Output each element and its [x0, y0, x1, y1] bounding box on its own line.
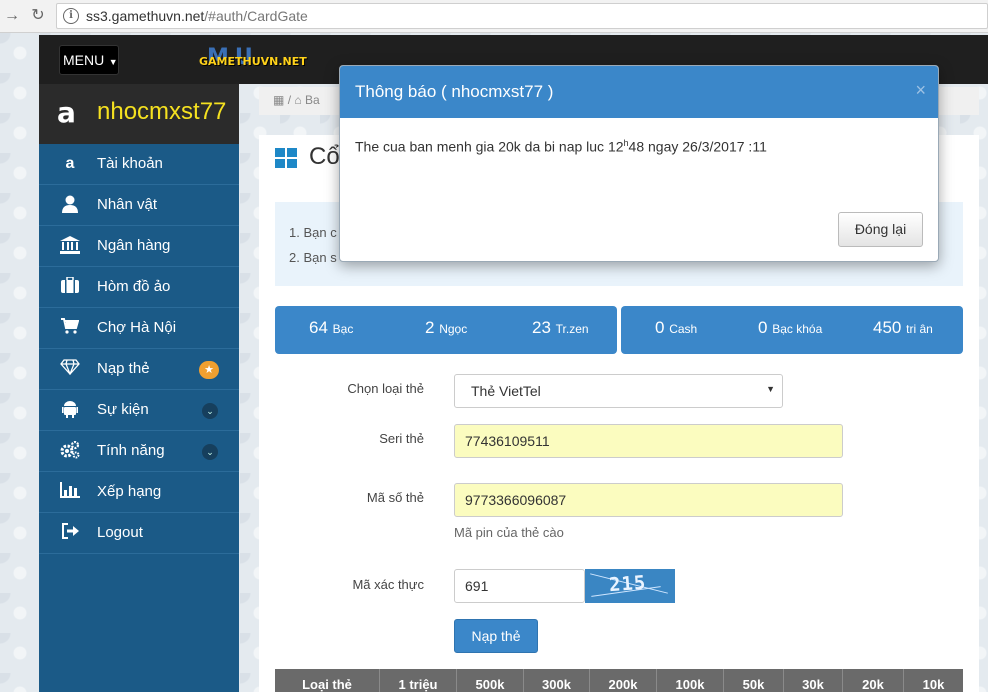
- sidebar-item-topup[interactable]: Nạp thẻ ★: [39, 349, 239, 390]
- pin-label: Mã số thẻ: [366, 490, 424, 505]
- url-text: ss3.gamethuvn.net/#auth/CardGate: [86, 8, 308, 24]
- sidebar-item-bank[interactable]: Ngân hàng: [39, 226, 239, 267]
- sidebar-item-market[interactable]: Chợ Hà Nội: [39, 308, 239, 349]
- sidebar-item-character[interactable]: Nhân vật: [39, 185, 239, 226]
- serial-label: Seri thẻ: [379, 431, 424, 446]
- pin-input[interactable]: 9773366096087: [454, 483, 843, 517]
- modal-message: The cua ban menh gia 20k da bi nap luc 1…: [355, 138, 767, 155]
- chevron-down-icon[interactable]: ⌄: [202, 444, 218, 460]
- captcha-label: Mã xác thực: [352, 577, 424, 592]
- reload-icon[interactable]: ↻: [28, 6, 48, 26]
- sign-out-icon: [59, 523, 81, 543]
- pin-help-text: Mã pin của thẻ cào: [454, 525, 564, 540]
- table-header-cell: 300k: [524, 669, 590, 692]
- submit-card-button[interactable]: Nạp thẻ: [454, 619, 538, 653]
- table-header-cell: 500k: [457, 669, 524, 692]
- sidebar-item-logout[interactable]: Logout: [39, 513, 239, 554]
- sidebar: a nhocmxst77 a Tài khoản Nhân vật Ngân h…: [39, 84, 239, 692]
- table-header-cell: 200k: [590, 669, 657, 692]
- gears-icon: [59, 440, 81, 461]
- logo-text: GAMETHUVN.NET: [199, 55, 307, 68]
- address-bar[interactable]: i ss3.gamethuvn.net/#auth/CardGate: [56, 3, 988, 29]
- browser-toolbar: → ↻ i ss3.gamethuvn.net/#auth/CardGate: [0, 0, 988, 33]
- stat-locked-silver: 0 Bạc khóa: [758, 318, 823, 337]
- back-arrow-icon[interactable]: →: [2, 6, 22, 26]
- amazon-icon: a: [57, 96, 76, 129]
- stat-gem: 2 Ngọc: [425, 318, 468, 337]
- card-type-select[interactable]: Thẻ VietTel ▼: [454, 374, 783, 408]
- sidebar-item-storage[interactable]: Hòm đồ ảo: [39, 267, 239, 308]
- sidebar-item-events[interactable]: Sự kiện ⌄: [39, 390, 239, 431]
- caret-down-icon: ▼: [106, 57, 118, 67]
- chevron-down-icon[interactable]: ⌄: [202, 403, 218, 419]
- serial-input[interactable]: 77436109511: [454, 424, 843, 458]
- card-type-label: Chọn loại thẻ: [347, 381, 424, 396]
- diamond-icon: [59, 359, 81, 379]
- table-header-cell: 30k: [784, 669, 843, 692]
- windows-icon: [275, 148, 297, 168]
- android-icon: [59, 400, 81, 420]
- site-logo[interactable]: MU GAMETHUVN.NET: [199, 45, 317, 75]
- table-header-cell: 50k: [724, 669, 784, 692]
- calendar-icon[interactable]: ▦: [273, 93, 284, 107]
- amazon-icon: a: [65, 155, 75, 172]
- caret-down-icon: ▼: [766, 384, 775, 394]
- captcha-image[interactable]: 215: [585, 569, 675, 603]
- menu-button[interactable]: MENU ▼: [59, 45, 119, 75]
- info-icon[interactable]: i: [63, 8, 79, 24]
- table-header-cell: Loại thẻ: [275, 669, 380, 692]
- captcha-input[interactable]: 691: [454, 569, 585, 603]
- bank-icon: ⌂: [294, 93, 302, 107]
- price-table-header: Loại thẻ 1 triệu 500k 300k 200k 100k 50k…: [275, 669, 963, 692]
- user-header: a nhocmxst77: [39, 84, 239, 144]
- star-badge-icon: ★: [199, 361, 219, 379]
- briefcase-icon: [59, 276, 81, 297]
- page-title: Cổ: [309, 143, 340, 170]
- balance-stats: 64 Bạc 2 Ngọc 23 Tr.zen 0 Cash 0 Bạc khó…: [275, 306, 963, 354]
- modal-header: Thông báo ( nhocmxst77 ) ×: [340, 66, 938, 118]
- stat-silver: 64 Bạc: [309, 318, 354, 337]
- breadcrumb-item[interactable]: Ba: [305, 93, 320, 107]
- stat-zen: 23 Tr.zen: [532, 318, 589, 337]
- table-header-cell: 100k: [657, 669, 724, 692]
- close-icon[interactable]: ×: [915, 80, 926, 101]
- table-header-cell: 20k: [843, 669, 904, 692]
- table-header-cell: 10k: [922, 677, 945, 692]
- bar-chart-icon: [59, 482, 81, 502]
- notification-modal: Thông báo ( nhocmxst77 ) × The cua ban m…: [339, 65, 939, 262]
- close-button[interactable]: Đóng lại: [838, 212, 923, 247]
- user-icon: [59, 195, 81, 215]
- stat-cash: 0 Cash: [655, 318, 698, 337]
- sidebar-item-account[interactable]: a Tài khoản: [39, 144, 239, 185]
- bank-icon: [59, 236, 81, 256]
- table-header-cell: 1 triệu: [380, 669, 457, 692]
- sidebar-item-features[interactable]: Tính năng ⌄: [39, 431, 239, 472]
- modal-title: Thông báo ( nhocmxst77 ): [355, 82, 554, 101]
- username: nhocmxst77: [97, 98, 227, 125]
- stat-gratitude: 450 tri ân: [873, 318, 933, 337]
- sidebar-item-ranking[interactable]: Xếp hạng: [39, 472, 239, 513]
- cart-icon: [59, 318, 81, 338]
